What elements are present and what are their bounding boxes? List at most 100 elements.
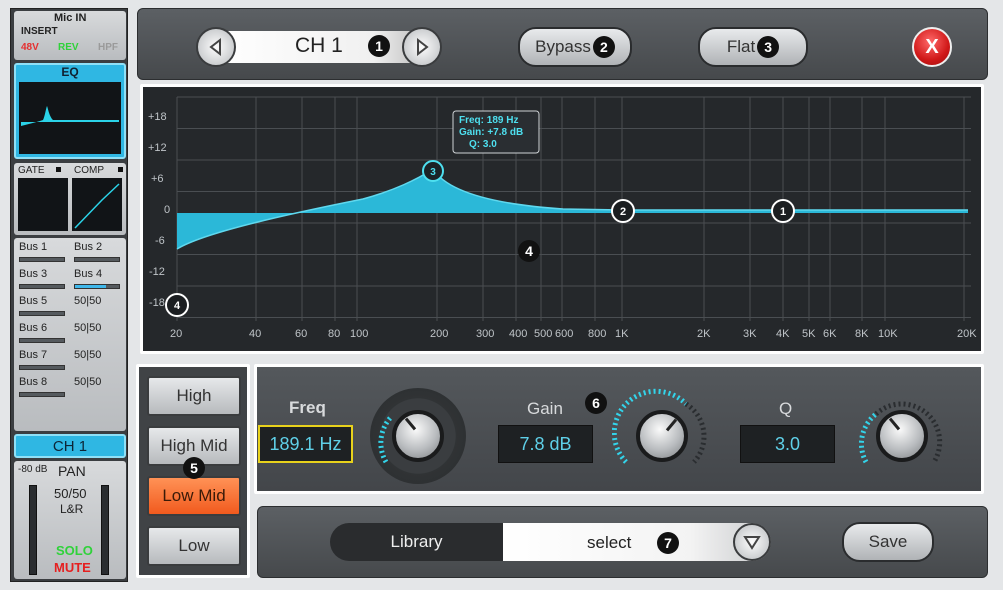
tooltip-gain: Gain: +7.8 dB: [459, 127, 523, 138]
gain-label: Gain: [527, 399, 563, 418]
bus-6-send-bar[interactable]: [19, 338, 65, 343]
gate-thumbnail[interactable]: [18, 178, 68, 231]
eq-thumbnail-label: EQ: [61, 65, 79, 79]
x-label-60: 60: [295, 328, 308, 340]
y-label-+12: +12: [148, 142, 167, 154]
chevron-right-icon: [417, 38, 429, 56]
bus-7-send-bar[interactable]: [19, 365, 65, 370]
library-dropdown-button[interactable]: [733, 523, 771, 561]
bus-5-send-bar[interactable]: [19, 311, 65, 316]
input-section[interactable]: Mic IN INSERT 48V REV HPF: [14, 11, 126, 60]
eq-point-2[interactable]: 2: [611, 199, 635, 223]
x-label-40: 40: [249, 328, 262, 340]
x-label-100: 100: [350, 328, 369, 340]
close-icon: X: [925, 35, 939, 58]
freq-knob[interactable]: [392, 410, 444, 462]
eq-point-4[interactable]: 4: [165, 293, 189, 317]
bus-sends-section: Bus 1 Bus 2 Bus 3 Bus 4 Bus 5 50|50 Bus …: [14, 238, 126, 431]
band-low-mid-button[interactable]: Low Mid: [147, 476, 241, 516]
bus-2-send-bar[interactable]: [74, 257, 120, 262]
svg-text:4: 4: [174, 300, 181, 312]
channel-name-button[interactable]: CH 1: [14, 434, 126, 458]
bus-3-label: Bus 3: [19, 268, 48, 280]
y-label--12: -12: [149, 266, 165, 278]
q-knob[interactable]: [876, 410, 928, 462]
comp-indicator: [118, 167, 123, 172]
mute-button[interactable]: MUTE: [54, 560, 91, 575]
x-label-300: 300: [476, 328, 495, 340]
gain-value-field[interactable]: 7.8 dB: [498, 425, 593, 463]
reverb-flag: REV: [58, 42, 79, 53]
eq-point-3[interactable]: 3: [422, 160, 444, 182]
x-label-20k: 20K: [957, 328, 977, 340]
tooltip-freq: Freq: 189 Hz: [459, 115, 518, 126]
pan-value[interactable]: 50/50: [54, 486, 87, 501]
x-label-4k: 4K: [776, 328, 790, 340]
eq-thumbnail[interactable]: EQ: [14, 63, 126, 159]
callout-2: 2: [592, 36, 615, 58]
bus-6-label: Bus 6: [19, 322, 48, 334]
freq-value-field[interactable]: 189.1 Hz: [258, 425, 353, 463]
eq-point-1[interactable]: 1: [771, 199, 795, 223]
bus-4-send-bar[interactable]: [74, 284, 120, 289]
prev-channel-button[interactable]: [196, 27, 236, 67]
y-label-0: 0: [164, 204, 171, 216]
eq-tooltip: Freq: 189 Hz Gain: +7.8 dB Q: 3.0: [452, 110, 540, 154]
callout-6: 6: [585, 392, 607, 414]
channel-sidebar: Mic IN INSERT 48V REV HPF EQ GATE COMP B…: [10, 8, 128, 582]
svg-text:3: 3: [430, 167, 436, 178]
right-meter: [101, 485, 109, 575]
band-high-button[interactable]: High: [147, 376, 241, 416]
bus-7-pan-value: 50|50: [74, 349, 102, 361]
x-label-80: 80: [328, 328, 341, 340]
next-channel-button[interactable]: [402, 27, 442, 67]
callout-7: 7: [657, 532, 679, 554]
bus-5-label: Bus 5: [19, 295, 48, 307]
callout-4: 4: [518, 240, 540, 262]
svg-text:2: 2: [620, 206, 626, 218]
y-label--6: -6: [155, 235, 165, 247]
callout-3: 3: [757, 36, 780, 58]
y-label-+6: +6: [151, 173, 164, 185]
mic-in-label: Mic IN: [54, 12, 87, 24]
y-label-+18: +18: [148, 111, 167, 123]
flat-button[interactable]: Flat 3: [698, 27, 808, 67]
eq-thumbnail-graph: [19, 82, 121, 154]
x-label-600: 600: [555, 328, 574, 340]
comp-thumbnail[interactable]: [72, 178, 122, 231]
pan-section: -80 dB PAN 50/50 L&R SOLO MUTE: [14, 461, 126, 579]
gain-knob[interactable]: [636, 410, 688, 462]
x-label-10k: 10K: [878, 328, 898, 340]
hpf-flag: HPF: [98, 42, 118, 53]
tooltip-q: Q: 3.0: [469, 139, 497, 150]
q-value-field[interactable]: 3.0: [740, 425, 835, 463]
bus-8-send-bar[interactable]: [19, 392, 65, 397]
bypass-button[interactable]: Bypass 2: [518, 27, 632, 67]
callout-1: 1: [368, 35, 390, 57]
band-low-button[interactable]: Low: [147, 526, 241, 566]
solo-button[interactable]: SOLO: [56, 543, 93, 558]
dynamics-section[interactable]: GATE COMP: [14, 163, 126, 235]
x-label-6k: 6K: [823, 328, 837, 340]
library-select-value: select: [587, 533, 632, 552]
insert-label: INSERT: [21, 26, 58, 37]
library-select[interactable]: [503, 523, 771, 561]
eq-graph[interactable]: 3 2 1 4 Freq: 189 Hz Gain: +7.8 dB Q: 3.…: [143, 87, 981, 351]
bus-8-pan-value: 50|50: [74, 376, 102, 388]
save-button[interactable]: Save: [842, 522, 934, 562]
bus-1-send-bar[interactable]: [19, 257, 65, 262]
y-label--18: -18: [149, 297, 165, 309]
bus-3-send-bar[interactable]: [19, 284, 65, 289]
q-label: Q: [779, 399, 793, 418]
x-label-20: 20: [170, 328, 183, 340]
bus-7-label: Bus 7: [19, 349, 48, 361]
x-label-5k: 5K: [802, 328, 816, 340]
library-label: Library: [330, 523, 503, 561]
bus-2-label: Bus 2: [74, 241, 103, 253]
phantom-48v-flag: 48V: [21, 42, 39, 53]
gate-indicator: [56, 167, 61, 172]
close-button[interactable]: X: [912, 27, 952, 67]
bus-1-label: Bus 1: [19, 241, 48, 253]
x-label-200: 200: [430, 328, 449, 340]
freq-label: Freq: [289, 398, 326, 417]
